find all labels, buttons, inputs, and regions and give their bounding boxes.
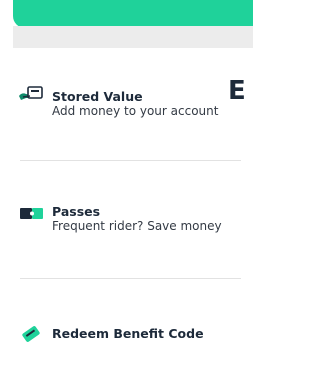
menu-item-title: Redeem Benefit Code xyxy=(52,326,204,341)
header-accent-bar xyxy=(13,0,253,28)
menu-item-description: Add money to your account xyxy=(52,104,219,118)
menu-item-stored-value[interactable]: Stored Value Add money to your account xyxy=(0,80,241,130)
ticket-icon xyxy=(17,324,45,344)
divider xyxy=(20,278,241,279)
menu-item-description: Frequent rider? Save money xyxy=(52,219,222,233)
header-shelf xyxy=(13,26,253,48)
wallet-icon xyxy=(17,85,45,105)
ticket-pass-icon xyxy=(17,204,45,224)
menu-item-title: Stored Value xyxy=(52,89,143,104)
divider xyxy=(20,160,241,161)
menu-item-redeem-benefit-code[interactable]: Redeem Benefit Code xyxy=(0,320,241,354)
menu-item-passes[interactable]: Passes Frequent rider? Save money xyxy=(0,198,241,248)
menu-item-title: Passes xyxy=(52,204,101,219)
